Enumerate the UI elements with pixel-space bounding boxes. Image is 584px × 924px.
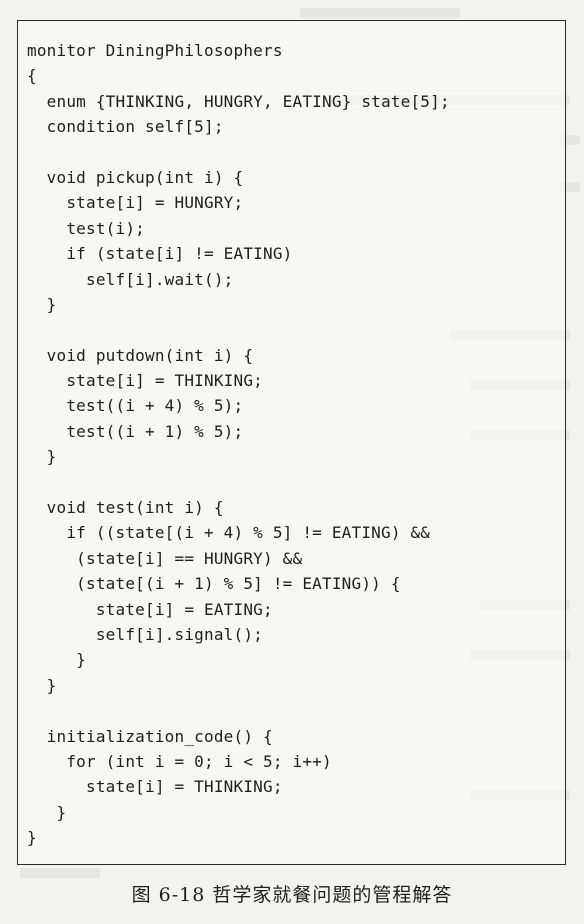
code-line: test((i + 1) % 5); [27, 421, 244, 441]
code-line: state[i] = THINKING; [27, 777, 283, 797]
figure-caption: 图 6-18 哲学家就餐问题的管程解答 [131, 884, 453, 906]
code-line: state[i] = EATING; [27, 599, 273, 619]
code-line: } [27, 802, 67, 822]
code-line: if ((state[(i + 4) % 5] != EATING) && [27, 523, 431, 543]
code-line: } [27, 447, 57, 467]
code-line: } [27, 650, 86, 670]
code-line: } [27, 675, 57, 695]
code-line: initialization_code() { [27, 726, 273, 746]
code-line: (state[(i + 1) % 5] != EATING)) { [27, 574, 401, 594]
code-line: } [27, 294, 57, 314]
code-line: { [27, 66, 37, 86]
code-line: state[i] = THINKING; [27, 371, 263, 391]
code-line: enum {THINKING, HUNGRY, EATING} state[5]… [27, 91, 450, 111]
code-line: monitor DiningPhilosophers [27, 41, 283, 60]
monitor-code-listing: monitor DiningPhilosophers { enum {THINKI… [27, 38, 450, 851]
code-line: test(i); [27, 218, 145, 238]
code-line: for (int i = 0; i < 5; i++) [27, 751, 332, 771]
code-line: self[i].signal(); [27, 624, 263, 644]
code-line: } [27, 828, 37, 848]
code-line: void putdown(int i) { [27, 345, 254, 365]
code-line: void test(int i) { [27, 498, 224, 518]
code-line: state[i] = HUNGRY; [27, 193, 244, 213]
code-line: test((i + 4) % 5); [27, 396, 244, 416]
code-line: (state[i] == HUNGRY) && [27, 548, 303, 568]
code-line: if (state[i] != EATING) [27, 244, 293, 264]
code-line: void pickup(int i) { [27, 167, 244, 187]
code-line: self[i].wait(); [27, 269, 234, 289]
code-line: condition self[5]; [27, 117, 224, 137]
